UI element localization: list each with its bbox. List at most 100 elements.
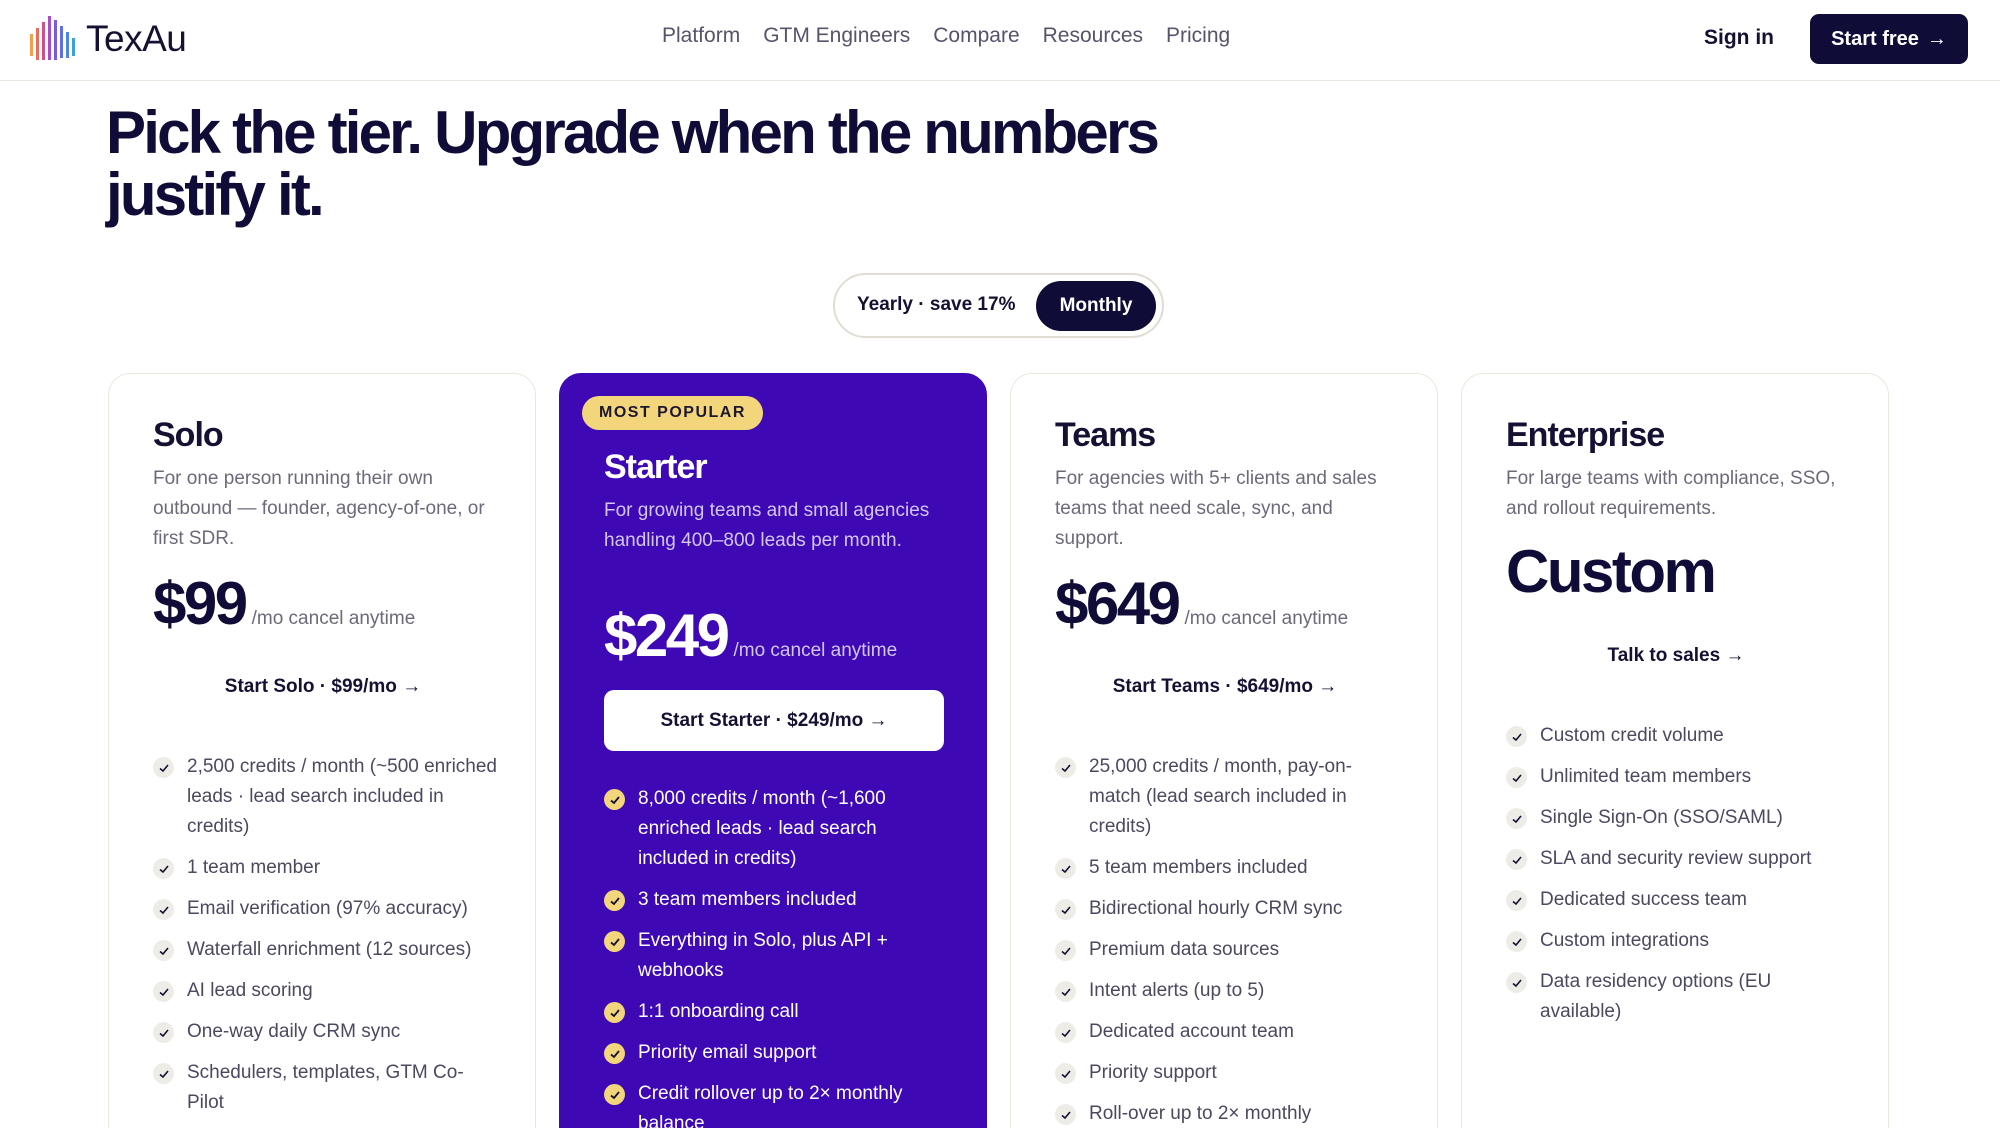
price-suffix: /mo cancel anytime bbox=[1184, 608, 1349, 629]
check-icon bbox=[1506, 890, 1527, 911]
talk-to-sales-button[interactable]: Talk to sales → bbox=[1506, 645, 1846, 667]
feature-text: Custom credit volume bbox=[1540, 725, 1724, 746]
feature-item: AI lead scoring bbox=[153, 976, 498, 1006]
cta-label: Talk to sales bbox=[1607, 645, 1721, 666]
feature-text: Email verification (97% accuracy) bbox=[187, 898, 468, 919]
feature-item: Intent alerts (up to 5) bbox=[1055, 976, 1400, 1006]
plan-name: Teams bbox=[1055, 416, 1156, 454]
feature-text: 2,500 credits / month (~500 enriched lea… bbox=[187, 756, 497, 837]
feature-item: Credit rollover up to 2× monthly balance bbox=[604, 1079, 949, 1128]
feature-item: Custom credit volume bbox=[1506, 721, 1851, 751]
main-nav: Platform GTM Engineers Compare Resources… bbox=[662, 24, 1230, 48]
price-row: $649 /mo cancel anytime bbox=[1055, 569, 1348, 638]
cta-label: Start Teams · $649/mo bbox=[1112, 676, 1313, 697]
feature-text: 1 team member bbox=[187, 857, 321, 878]
check-icon bbox=[1506, 808, 1527, 829]
price-suffix: /mo cancel anytime bbox=[733, 640, 898, 661]
feature-text: Data residency options (EU available) bbox=[1540, 971, 1772, 1022]
billing-option-yearly[interactable]: Yearly · save 17% bbox=[857, 294, 1015, 316]
check-icon bbox=[1055, 858, 1076, 879]
arrow-right-icon: → bbox=[1725, 645, 1745, 666]
feature-text: 5 team members included bbox=[1089, 857, 1308, 878]
price-row: $99 /mo cancel anytime bbox=[153, 569, 415, 638]
start-free-label: Start free bbox=[1831, 27, 1919, 50]
plan-price: $99 bbox=[153, 570, 248, 637]
check-icon bbox=[1506, 849, 1527, 870]
billing-option-monthly[interactable]: Monthly bbox=[1036, 281, 1156, 331]
plan-card-enterprise: Enterprise For large teams with complian… bbox=[1461, 373, 1889, 1128]
feature-text: Waterfall enrichment (12 sources) bbox=[187, 939, 472, 960]
check-icon bbox=[153, 858, 174, 879]
start-free-button[interactable]: Start free → bbox=[1810, 14, 1968, 64]
feature-item: One-way daily CRM sync bbox=[153, 1017, 498, 1047]
billing-toggle: Yearly · save 17% Monthly bbox=[833, 273, 1164, 338]
check-icon bbox=[153, 899, 174, 920]
plan-card-teams: Teams For agencies with 5+ clients and s… bbox=[1010, 373, 1438, 1128]
feature-item: 5 team members included bbox=[1055, 853, 1400, 883]
feature-item: Single Sign-On (SSO/SAML) bbox=[1506, 803, 1851, 833]
feature-item: Data residency options (EU available) bbox=[1506, 967, 1851, 1027]
feature-text: Roll-over up to 2× monthly bbox=[1089, 1103, 1312, 1124]
arrow-right-icon: → bbox=[1926, 27, 1947, 50]
feature-text: Everything in Solo, plus API + webhooks bbox=[638, 930, 888, 981]
check-icon bbox=[153, 757, 174, 778]
feature-item: Waterfall enrichment (12 sources) bbox=[153, 935, 498, 965]
brand-name: TexAu bbox=[86, 18, 187, 59]
check-icon bbox=[1055, 1063, 1076, 1084]
feature-text: Bidirectional hourly CRM sync bbox=[1089, 898, 1343, 919]
check-icon bbox=[604, 1002, 625, 1023]
check-icon bbox=[604, 931, 625, 952]
feature-item: 3 team members included bbox=[604, 885, 949, 915]
feature-item: Roll-over up to 2× monthly bbox=[1055, 1099, 1400, 1128]
start-solo-button[interactable]: Start Solo · $99/mo → bbox=[153, 676, 493, 698]
check-icon bbox=[604, 890, 625, 911]
start-teams-button[interactable]: Start Teams · $649/mo → bbox=[1055, 676, 1395, 698]
check-icon bbox=[1506, 931, 1527, 952]
price-row: Custom bbox=[1506, 537, 1717, 606]
brand-logo[interactable]: TexAu bbox=[28, 14, 187, 64]
check-icon bbox=[1055, 1022, 1076, 1043]
feature-item: 25,000 credits / month, pay-on-match (le… bbox=[1055, 752, 1400, 842]
check-icon bbox=[153, 981, 174, 1002]
feature-text: Schedulers, templates, GTM Co-Pilot bbox=[187, 1062, 464, 1113]
feature-text: Dedicated success team bbox=[1540, 889, 1747, 910]
sign-in-link[interactable]: Sign in bbox=[1704, 26, 1774, 50]
nav-item-gtm-engineers[interactable]: GTM Engineers bbox=[763, 24, 910, 48]
feature-list: 8,000 credits / month (~1,600 enriched l… bbox=[604, 784, 949, 1128]
start-starter-button[interactable]: Start Starter · $249/mo → bbox=[604, 690, 944, 751]
nav-item-resources[interactable]: Resources bbox=[1043, 24, 1143, 48]
check-icon bbox=[1055, 940, 1076, 961]
check-icon bbox=[153, 1022, 174, 1043]
check-icon bbox=[153, 1063, 174, 1084]
check-icon bbox=[1055, 757, 1076, 778]
feature-text: Priority support bbox=[1089, 1062, 1217, 1083]
feature-text: Single Sign-On (SSO/SAML) bbox=[1540, 807, 1783, 828]
check-icon bbox=[604, 789, 625, 810]
plan-description: For large teams with compliance, SSO, an… bbox=[1506, 468, 1836, 519]
nav-item-platform[interactable]: Platform bbox=[662, 24, 740, 48]
check-icon bbox=[1506, 767, 1527, 788]
check-icon bbox=[1055, 1104, 1076, 1125]
feature-item: Priority email support bbox=[604, 1038, 949, 1068]
plan-price: $249 bbox=[604, 602, 730, 669]
plan-name: Solo bbox=[153, 416, 224, 454]
feature-text: 3 team members included bbox=[638, 889, 857, 910]
feature-item: Email verification (97% accuracy) bbox=[153, 894, 498, 924]
nav-item-pricing[interactable]: Pricing bbox=[1166, 24, 1230, 48]
plan-card-solo: Solo For one person running their own ou… bbox=[108, 373, 536, 1128]
most-popular-badge: MOST POPULAR bbox=[582, 396, 763, 430]
logo-bars-icon bbox=[30, 16, 75, 60]
feature-item: Bidirectional hourly CRM sync bbox=[1055, 894, 1400, 924]
feature-item: 1 team member bbox=[153, 853, 498, 883]
feature-list: 2,500 credits / month (~500 enriched lea… bbox=[153, 752, 498, 1128]
cta-label: Start Solo · $99/mo bbox=[224, 676, 397, 697]
feature-text: 8,000 credits / month (~1,600 enriched l… bbox=[638, 788, 886, 869]
feature-text: Dedicated account team bbox=[1089, 1021, 1294, 1042]
page-title: Pick the tier. Upgrade when the numbers … bbox=[106, 99, 1160, 228]
feature-text: 1:1 onboarding call bbox=[638, 1001, 799, 1022]
nav-item-compare[interactable]: Compare bbox=[933, 24, 1019, 48]
feature-item: 1:1 onboarding call bbox=[604, 997, 949, 1027]
arrow-right-icon: → bbox=[402, 676, 422, 697]
check-icon bbox=[1055, 899, 1076, 920]
feature-item: Priority support bbox=[1055, 1058, 1400, 1088]
